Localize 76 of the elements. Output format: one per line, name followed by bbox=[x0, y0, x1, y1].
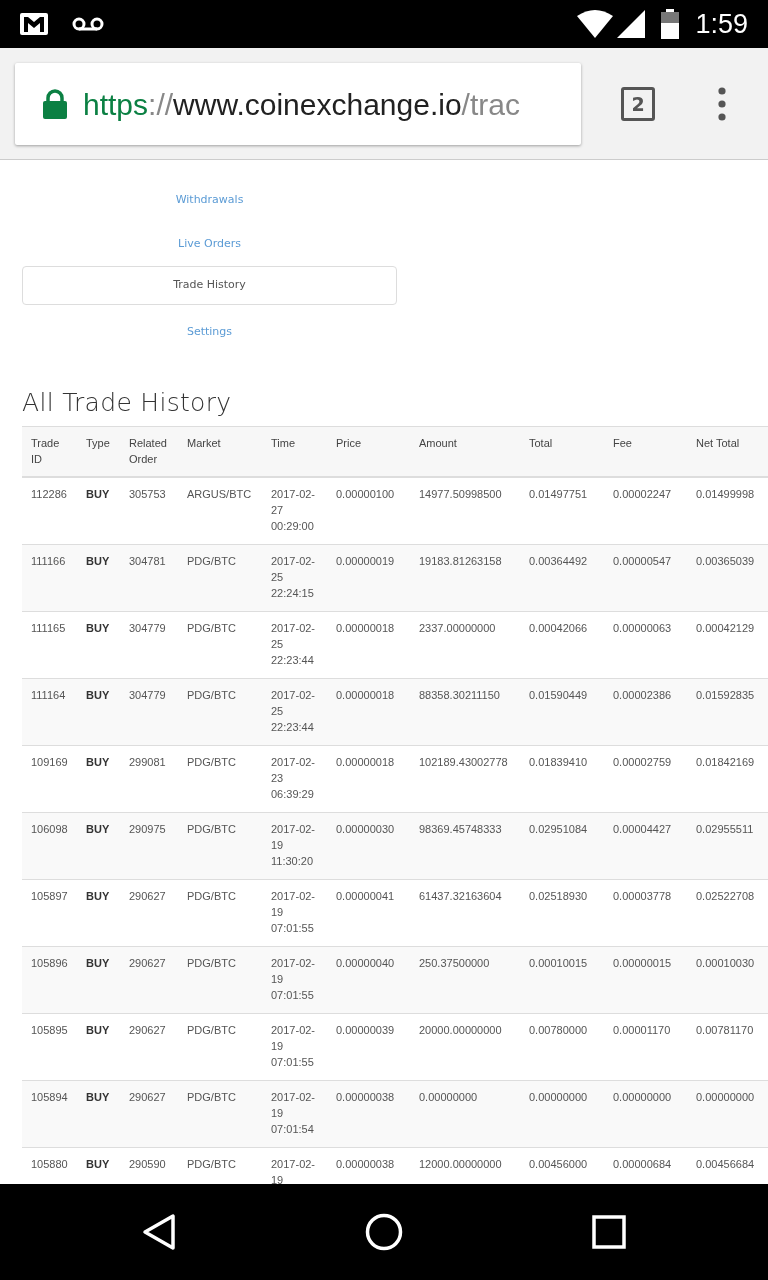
table-cell: 0.00000547 bbox=[604, 544, 687, 612]
table-cell: 19183.81263158 bbox=[410, 544, 520, 612]
table-cell: PDG/BTC bbox=[178, 946, 262, 1014]
column-header: Total bbox=[520, 426, 604, 477]
table-cell: 88358.30211150 bbox=[410, 678, 520, 746]
mail-icon bbox=[20, 13, 48, 35]
url-field[interactable]: https://www.coinexchange.io/trac bbox=[15, 63, 581, 145]
column-header: Net Total bbox=[687, 426, 768, 477]
table-cell: 2017-02-19 11:30:20 bbox=[262, 812, 327, 880]
table-cell: 111164 bbox=[22, 678, 77, 746]
table-cell: BUY bbox=[77, 678, 120, 746]
table-cell: 2017-02-25 22:23:44 bbox=[262, 678, 327, 746]
lock-icon bbox=[43, 89, 67, 119]
recents-icon[interactable] bbox=[591, 1215, 626, 1249]
table-cell: 0.01590449 bbox=[520, 678, 604, 746]
table-cell: 0.00365039 bbox=[687, 544, 768, 612]
table-cell: 0.00010015 bbox=[520, 946, 604, 1014]
column-header: Time bbox=[262, 426, 327, 477]
table-cell: BUY bbox=[77, 544, 120, 612]
tab-count[interactable]: 2 bbox=[621, 87, 655, 121]
url-text: https://www.coinexchange.io/trac bbox=[83, 86, 520, 123]
table-cell: 0.00000018 bbox=[327, 678, 410, 746]
table-cell: 0.00000015 bbox=[604, 946, 687, 1014]
table-cell: 0.00000000 bbox=[410, 1080, 520, 1148]
table-cell: BUY bbox=[77, 946, 120, 1014]
table-cell: 0.00000040 bbox=[327, 946, 410, 1014]
table-cell: 0.00010030 bbox=[687, 946, 768, 1014]
table-cell: 0.00364492 bbox=[520, 544, 604, 612]
signal-icon bbox=[617, 10, 646, 38]
table-cell: 0.01592835 bbox=[687, 678, 768, 746]
table-cell: 0.00000000 bbox=[687, 1080, 768, 1148]
table-cell: 0.00002386 bbox=[604, 678, 687, 746]
table-cell: PDG/BTC bbox=[178, 1080, 262, 1148]
table-cell: 304779 bbox=[120, 678, 178, 746]
column-header: Related Order bbox=[120, 426, 178, 477]
table-cell: 304781 bbox=[120, 544, 178, 612]
wifi-icon bbox=[577, 10, 614, 38]
table-cell: 0.00000000 bbox=[604, 1080, 687, 1148]
table-cell: BUY bbox=[77, 1080, 120, 1148]
table-cell: 290975 bbox=[120, 812, 178, 880]
table-cell: 105896 bbox=[22, 946, 77, 1014]
column-header: Market bbox=[178, 426, 262, 477]
menu-icon[interactable] bbox=[718, 87, 726, 121]
table-cell: 0.00000000 bbox=[520, 1080, 604, 1148]
table-cell: 2017-02-19 07:01:54 bbox=[262, 1080, 327, 1148]
table-cell: 0.00000030 bbox=[327, 812, 410, 880]
table-cell: 98369.45748333 bbox=[410, 812, 520, 880]
table-cell: 106098 bbox=[22, 812, 77, 880]
column-header: Amount bbox=[410, 426, 520, 477]
table-cell: PDG/BTC bbox=[178, 678, 262, 746]
home-icon[interactable] bbox=[365, 1213, 403, 1251]
column-header: Trade ID bbox=[22, 426, 77, 477]
table-cell: 290627 bbox=[120, 946, 178, 1014]
column-header: Price bbox=[327, 426, 410, 477]
table-cell: BUY bbox=[77, 812, 120, 880]
page-heading: All Trade History bbox=[22, 388, 233, 418]
table-cell: 250.37500000 bbox=[410, 946, 520, 1014]
table-cell: 290627 bbox=[120, 1080, 178, 1148]
table-cell: 111166 bbox=[22, 544, 77, 612]
table-cell: 0.00000019 bbox=[327, 544, 410, 612]
table-cell: 2017-02-19 07:01:55 bbox=[262, 946, 327, 1014]
table-cell: 105894 bbox=[22, 1080, 77, 1148]
column-header: Type bbox=[77, 426, 120, 477]
table-cell: PDG/BTC bbox=[178, 544, 262, 612]
clock-time: 1:59 bbox=[695, 7, 748, 41]
battery-icon bbox=[661, 9, 680, 39]
table-cell: 2017-02-25 22:24:15 bbox=[262, 544, 327, 612]
menu-link[interactable]: Trade History bbox=[22, 266, 397, 305]
table-cell: 0.00004427 bbox=[604, 812, 687, 880]
table-cell: 0.00000038 bbox=[327, 1080, 410, 1148]
table-cell: 0.02955511 bbox=[687, 812, 768, 880]
table-cell: 0.02951084 bbox=[520, 812, 604, 880]
voicemail-icon bbox=[72, 17, 104, 31]
table-cell: PDG/BTC bbox=[178, 812, 262, 880]
back-icon[interactable] bbox=[142, 1213, 177, 1251]
column-header: Fee bbox=[604, 426, 687, 477]
